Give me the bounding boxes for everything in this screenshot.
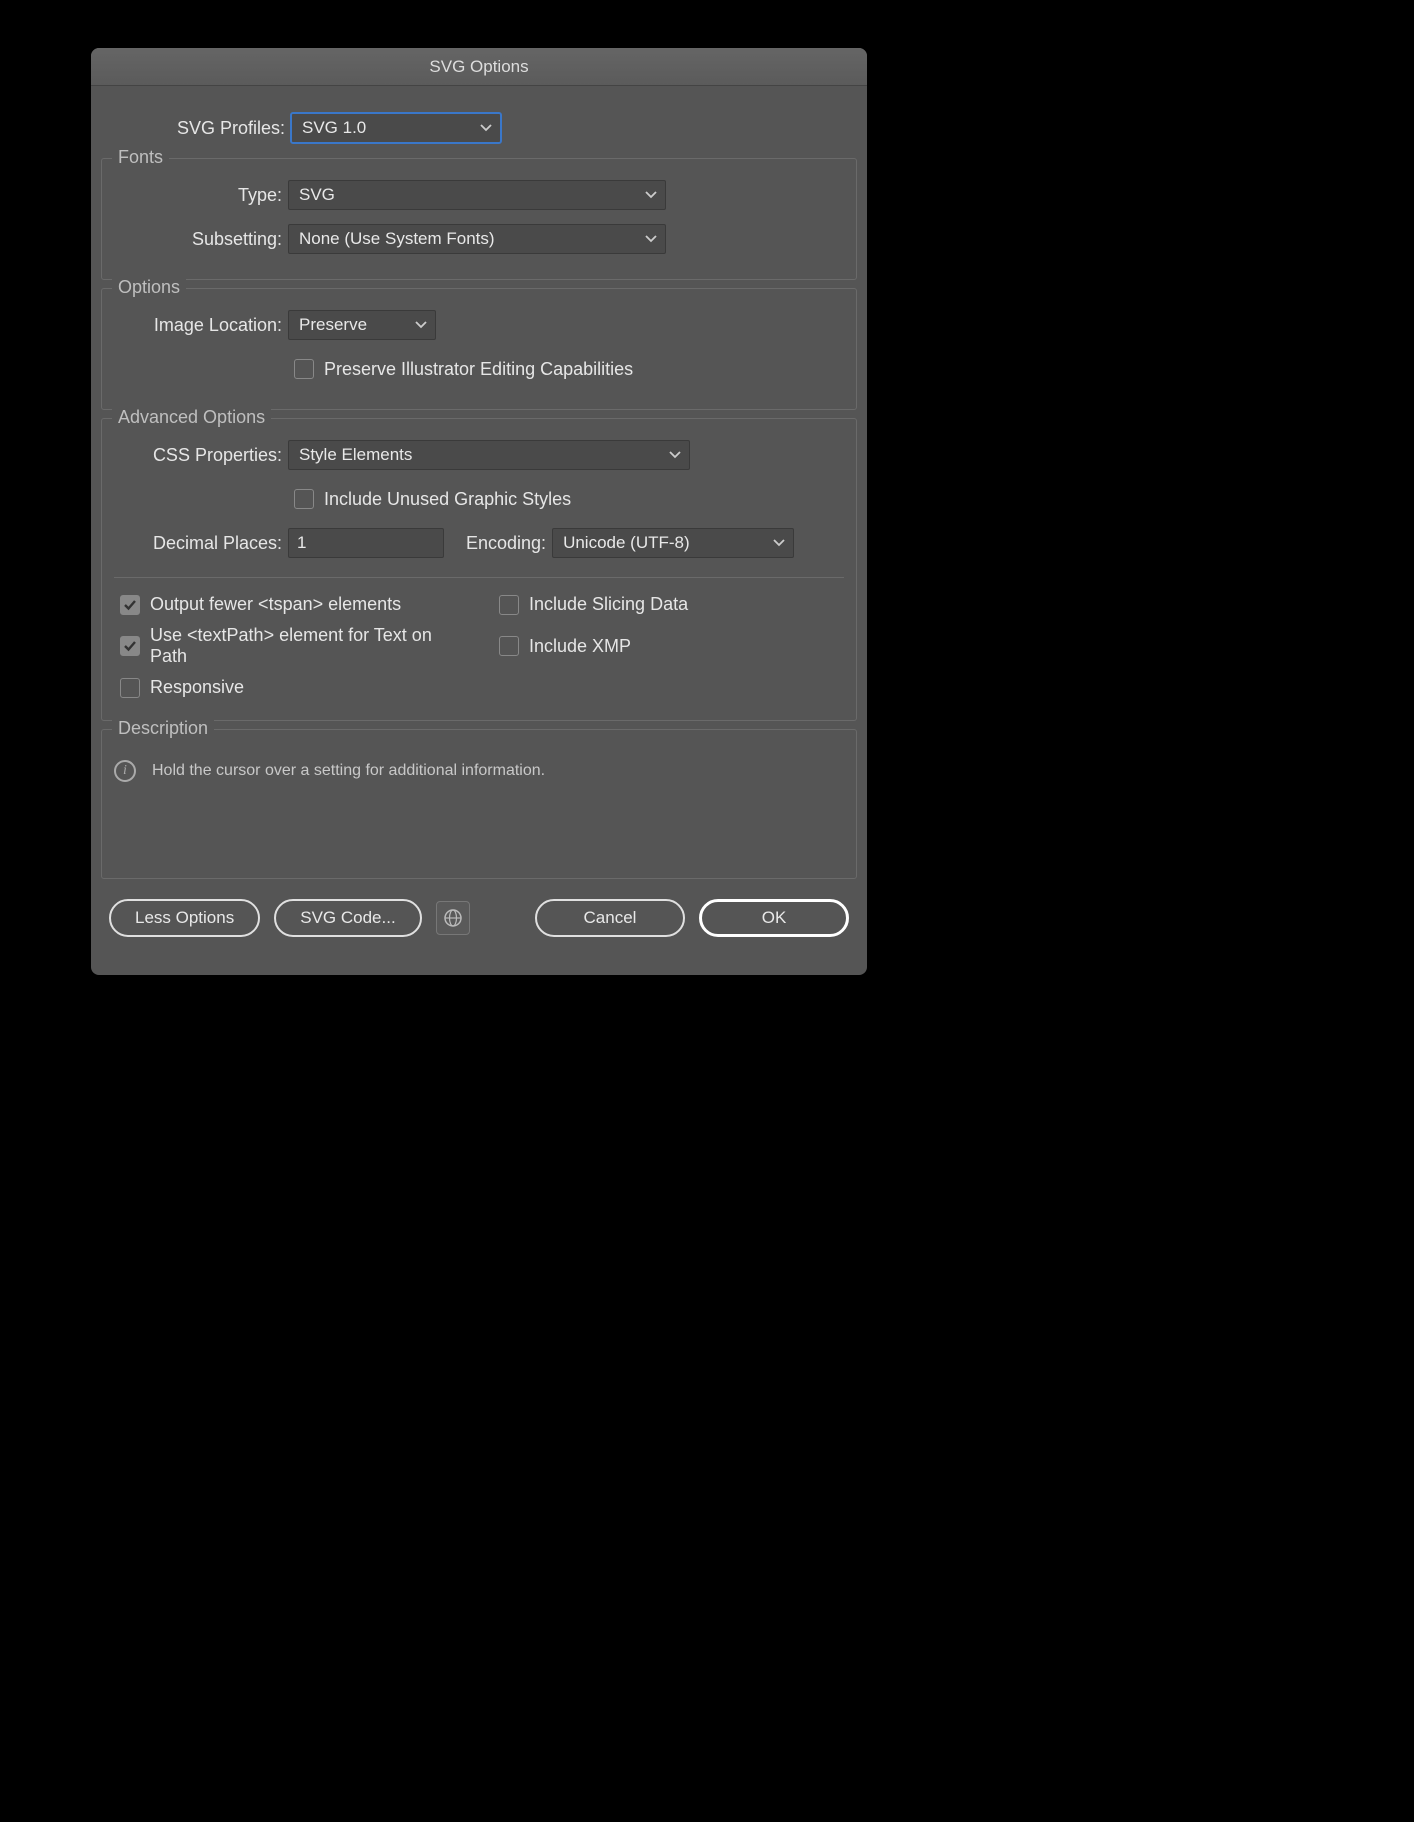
responsive-label: Responsive [150,677,244,698]
font-type-label: Type: [114,185,288,206]
font-type-select[interactable]: SVG [288,180,666,210]
css-properties-select[interactable]: Style Elements [288,440,690,470]
use-textpath-label: Use <textPath> element for Text on Path [150,625,459,667]
preserve-editing-label: Preserve Illustrator Editing Capabilitie… [324,359,633,380]
checkbox-icon [294,359,314,379]
encoding-label: Encoding: [448,533,552,554]
chevron-down-icon [773,539,785,547]
svg-profiles-label: SVG Profiles: [91,118,291,139]
include-unused-label: Include Unused Graphic Styles [324,489,571,510]
include-unused-checkbox[interactable]: Include Unused Graphic Styles [294,489,571,510]
svg-code-button[interactable]: SVG Code... [274,899,421,937]
cancel-button[interactable]: Cancel [535,899,685,937]
css-properties-label: CSS Properties: [114,445,288,466]
ok-button[interactable]: OK [699,899,849,937]
titlebar: SVG Options [91,48,867,86]
image-location-value: Preserve [299,315,367,335]
advanced-group-title: Advanced Options [112,407,271,428]
chevron-down-icon [645,191,657,199]
include-slicing-checkbox[interactable]: Include Slicing Data [499,594,838,615]
svg-options-dialog: SVG Options SVG Profiles: SVG 1.0 Fonts … [91,48,867,975]
output-tspan-checkbox[interactable]: Output fewer <tspan> elements [120,594,459,615]
font-subsetting-value: None (Use System Fonts) [299,229,495,249]
encoding-select[interactable]: Unicode (UTF-8) [552,528,794,558]
include-slicing-label: Include Slicing Data [529,594,688,615]
image-location-label: Image Location: [114,315,288,336]
include-xmp-label: Include XMP [529,636,631,657]
image-location-select[interactable]: Preserve [288,310,436,340]
info-icon: i [114,760,136,782]
decimal-places-label: Decimal Places: [114,533,288,554]
checkbox-icon [120,636,140,656]
advanced-group: Advanced Options CSS Properties: Style E… [101,418,857,721]
description-text: Hold the cursor over a setting for addit… [152,762,545,780]
dialog-footer: Less Options SVG Code... Cancel OK [91,879,867,965]
preserve-editing-checkbox[interactable]: Preserve Illustrator Editing Capabilitie… [294,359,633,380]
font-subsetting-label: Subsetting: [114,229,288,250]
fonts-group-title: Fonts [112,147,169,168]
include-xmp-checkbox[interactable]: Include XMP [499,625,838,667]
checkbox-icon [120,678,140,698]
dialog-title: SVG Options [429,57,528,77]
description-group-title: Description [112,718,214,739]
options-group: Options Image Location: Preserve Preserv… [101,288,857,410]
chevron-down-icon [415,321,427,329]
globe-icon [443,908,463,928]
checkbox-icon [499,636,519,656]
encoding-value: Unicode (UTF-8) [563,533,690,553]
chevron-down-icon [480,124,492,132]
less-options-button[interactable]: Less Options [109,899,260,937]
css-properties-value: Style Elements [299,445,412,465]
use-textpath-checkbox[interactable]: Use <textPath> element for Text on Path [120,625,459,667]
svg-profiles-value: SVG 1.0 [302,118,366,138]
decimal-places-input[interactable] [288,528,444,558]
responsive-checkbox[interactable]: Responsive [120,677,459,698]
svg-profiles-select[interactable]: SVG 1.0 [291,113,501,143]
chevron-down-icon [669,451,681,459]
checkbox-icon [499,595,519,615]
divider [114,577,844,578]
font-type-value: SVG [299,185,335,205]
description-group: Description i Hold the cursor over a set… [101,729,857,879]
fonts-group: Fonts Type: SVG Subsetting: None (Use Sy… [101,158,857,280]
globe-button[interactable] [436,901,470,935]
checkbox-icon [120,595,140,615]
font-subsetting-select[interactable]: None (Use System Fonts) [288,224,666,254]
checkbox-icon [294,489,314,509]
output-tspan-label: Output fewer <tspan> elements [150,594,401,615]
chevron-down-icon [645,235,657,243]
options-group-title: Options [112,277,186,298]
